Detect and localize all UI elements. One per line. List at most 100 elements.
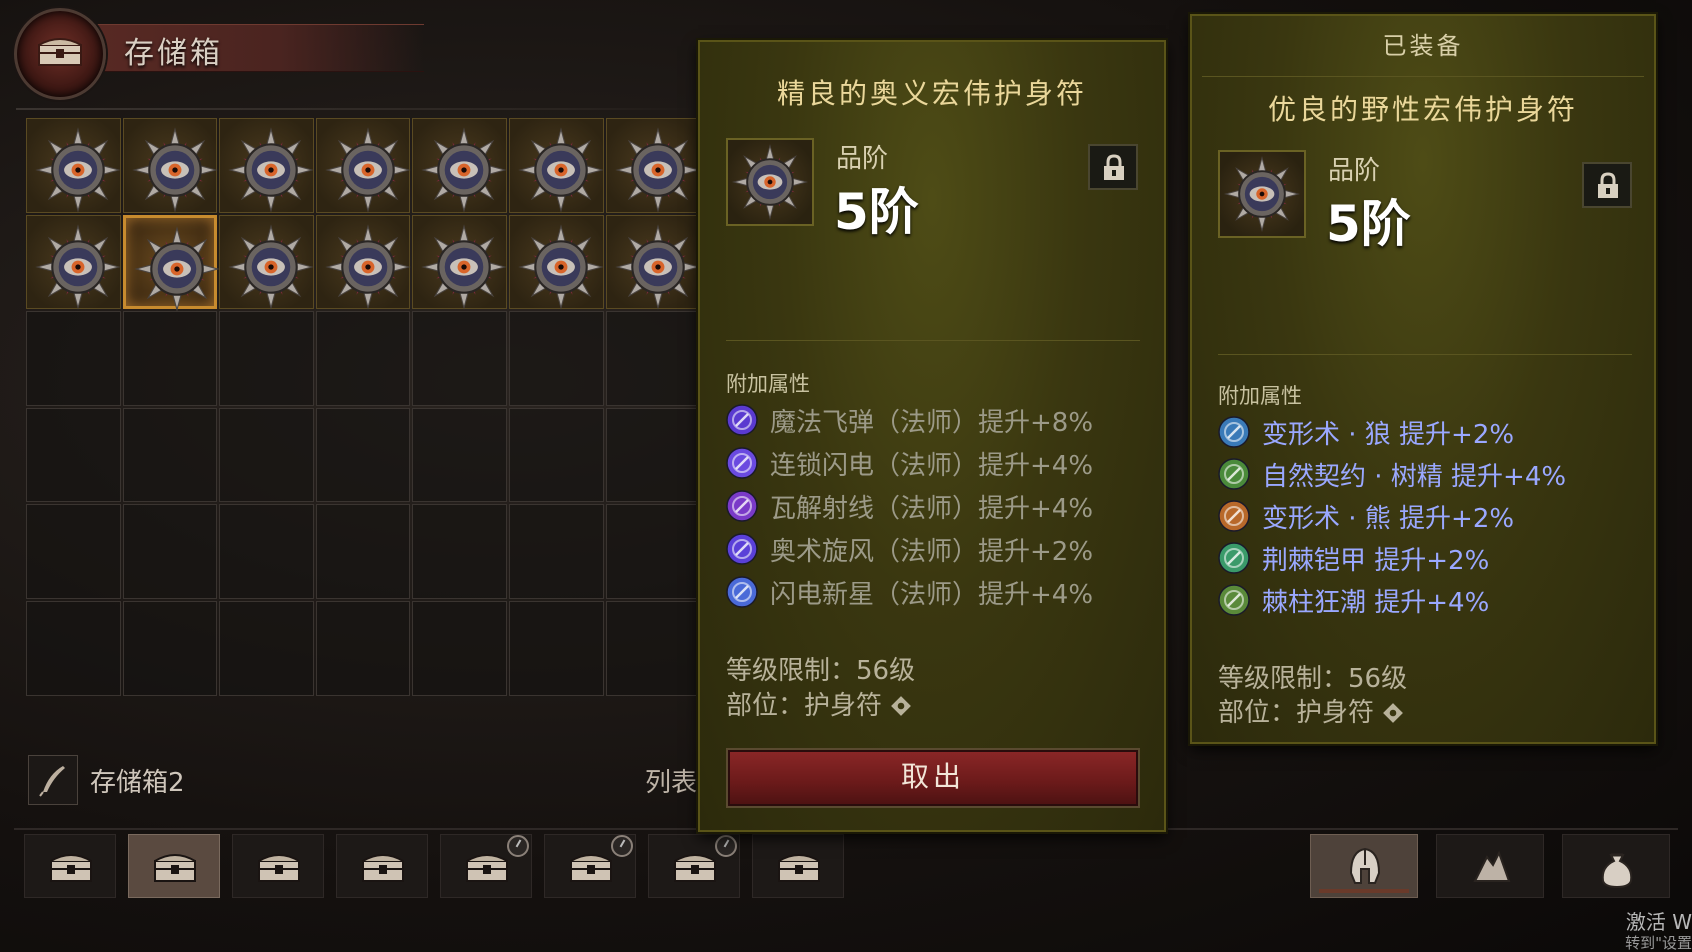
inventory-slot-empty[interactable]: [509, 311, 604, 406]
lock-icon: [1104, 154, 1124, 180]
item-slot-text: 部位：护身符: [726, 691, 883, 721]
amulet-icon: [133, 225, 220, 312]
take-out-button[interactable]: 取出: [728, 750, 1138, 806]
inventory-slot-item[interactable]: [122, 214, 220, 312]
equipped-item-slot-text: 部位：护身符: [1218, 698, 1375, 728]
amulet-icon: [228, 127, 314, 213]
stash-grid: [26, 118, 702, 732]
amulet-icon: [228, 223, 314, 310]
inventory-slot-empty[interactable]: [509, 504, 604, 599]
magic-missile-icon: [726, 404, 758, 436]
equipped-lock-button[interactable]: [1582, 162, 1632, 208]
quality-label: 品阶: [836, 144, 889, 174]
inventory-slot-item[interactable]: [509, 214, 604, 310]
inventory-slot-empty[interactable]: [26, 407, 121, 503]
amulet-icon: [421, 223, 508, 310]
stash-tab-4[interactable]: [336, 834, 428, 898]
stash-tab-8[interactable]: [752, 834, 844, 898]
equipped-level-requirement: 等级限制：56级: [1218, 664, 1408, 694]
inventory-slot-empty[interactable]: [412, 504, 507, 599]
inventory-slot-empty[interactable]: [605, 311, 701, 406]
inventory-slot-empty[interactable]: [509, 407, 604, 503]
stash-tab-3[interactable]: [232, 834, 324, 898]
inventory-slot-empty[interactable]: [219, 601, 314, 696]
inventory-slot-empty[interactable]: [605, 407, 701, 503]
disintegrate-icon: [726, 490, 758, 522]
tab-pouch[interactable]: [1562, 834, 1670, 898]
amulet-slot-icon: [891, 696, 912, 716]
amulet-icon: [518, 127, 604, 213]
inventory-slot-item[interactable]: [605, 214, 701, 310]
affix-header: 附加属性: [726, 372, 810, 396]
inventory-slot-item[interactable]: [605, 118, 701, 213]
inventory-slot-item[interactable]: [26, 118, 121, 213]
chest-icon: [570, 854, 612, 882]
inventory-slot-empty[interactable]: [315, 407, 411, 503]
active-tab-indicator: [1319, 889, 1409, 893]
inventory-slot-item[interactable]: [219, 214, 314, 310]
item-slot: 部位：护身符: [726, 685, 912, 722]
tab-materials[interactable]: [1436, 834, 1544, 898]
inventory-slot-item[interactable]: [509, 118, 604, 213]
stash-title: 存储箱: [124, 36, 223, 71]
amulet-icon: [1223, 155, 1301, 233]
inventory-slot-empty[interactable]: [219, 407, 314, 503]
inventory-slot-empty[interactable]: [315, 311, 411, 406]
stash-tab-6[interactable]: [544, 834, 636, 898]
inventory-slot-empty[interactable]: [122, 407, 218, 503]
stash-tab-2[interactable]: [128, 834, 220, 898]
inventory-slot-empty[interactable]: [122, 311, 218, 406]
chest-icon: [466, 854, 508, 882]
stash-tab-7[interactable]: [648, 834, 740, 898]
inventory-slot-empty[interactable]: [315, 504, 411, 599]
item-affix-text: 奥术旋风（法师）提升+2%: [770, 537, 1094, 567]
treant-icon: [1218, 458, 1250, 490]
inventory-slot-empty[interactable]: [412, 407, 507, 503]
item-affix-text: 闪电新星（法师）提升+4%: [770, 580, 1094, 610]
windows-activation-hint: 转到"设置: [1625, 934, 1692, 952]
inventory-slot-empty[interactable]: [509, 601, 604, 696]
lock-item-button[interactable]: [1088, 144, 1138, 190]
item-affix-text: 连锁闪电（法师）提升+4%: [770, 451, 1094, 481]
inventory-slot-empty[interactable]: [122, 601, 218, 696]
stash-tab-1[interactable]: [24, 834, 116, 898]
pouch-icon: [1601, 853, 1633, 889]
stash-header: 存储箱: [14, 8, 424, 100]
inventory-slot-empty[interactable]: [605, 504, 701, 599]
inventory-slot-item[interactable]: [412, 118, 508, 213]
inventory-slot-empty[interactable]: [26, 504, 121, 599]
helmet-icon: [1349, 847, 1381, 884]
inventory-slot-empty[interactable]: [412, 601, 507, 696]
inventory-slot-empty[interactable]: [605, 601, 701, 696]
equipped-affix-text: 自然契约 · 树精 提升+4%: [1262, 462, 1567, 492]
chest-icon: [38, 38, 82, 66]
inventory-slot-item[interactable]: [315, 214, 411, 310]
inventory-slot-empty[interactable]: [412, 311, 507, 406]
stash-emblem: [14, 8, 106, 100]
inventory-slot-empty[interactable]: [315, 601, 411, 696]
list-view-toggle[interactable]: 列表: [645, 762, 697, 799]
equipped-header-divider: [1202, 76, 1644, 77]
inventory-slot-item[interactable]: [122, 118, 218, 213]
rename-stash-button[interactable]: [28, 755, 78, 805]
inventory-slot-item[interactable]: [219, 118, 314, 213]
equipped-tooltip: 已装备 优良的野性宏伟护身符 品阶 5阶 附加属性 变形术 · 狼 提升+2% …: [1190, 14, 1656, 744]
equipped-item-name: 优良的野性宏伟护身符: [1267, 93, 1578, 126]
chest-icon: [362, 854, 404, 882]
inventory-slot-empty[interactable]: [26, 601, 121, 696]
tab-equipment[interactable]: [1310, 834, 1418, 898]
amulet-icon: [131, 127, 218, 213]
quality-value: 5阶: [834, 183, 919, 241]
chest-icon: [50, 854, 92, 882]
inventory-slot-empty[interactable]: [26, 311, 121, 406]
inventory-slot-empty[interactable]: [219, 311, 314, 406]
inventory-slot-item[interactable]: [26, 214, 121, 310]
inventory-slot-item[interactable]: [315, 118, 411, 213]
inventory-slot-empty[interactable]: [122, 504, 218, 599]
inventory-slot-empty[interactable]: [219, 504, 314, 599]
werebear-icon: [1218, 500, 1250, 532]
inventory-slot-item[interactable]: [412, 214, 508, 310]
werewolf-icon: [1218, 416, 1250, 448]
amulet-icon: [614, 223, 701, 310]
stash-tab-5[interactable]: [440, 834, 532, 898]
